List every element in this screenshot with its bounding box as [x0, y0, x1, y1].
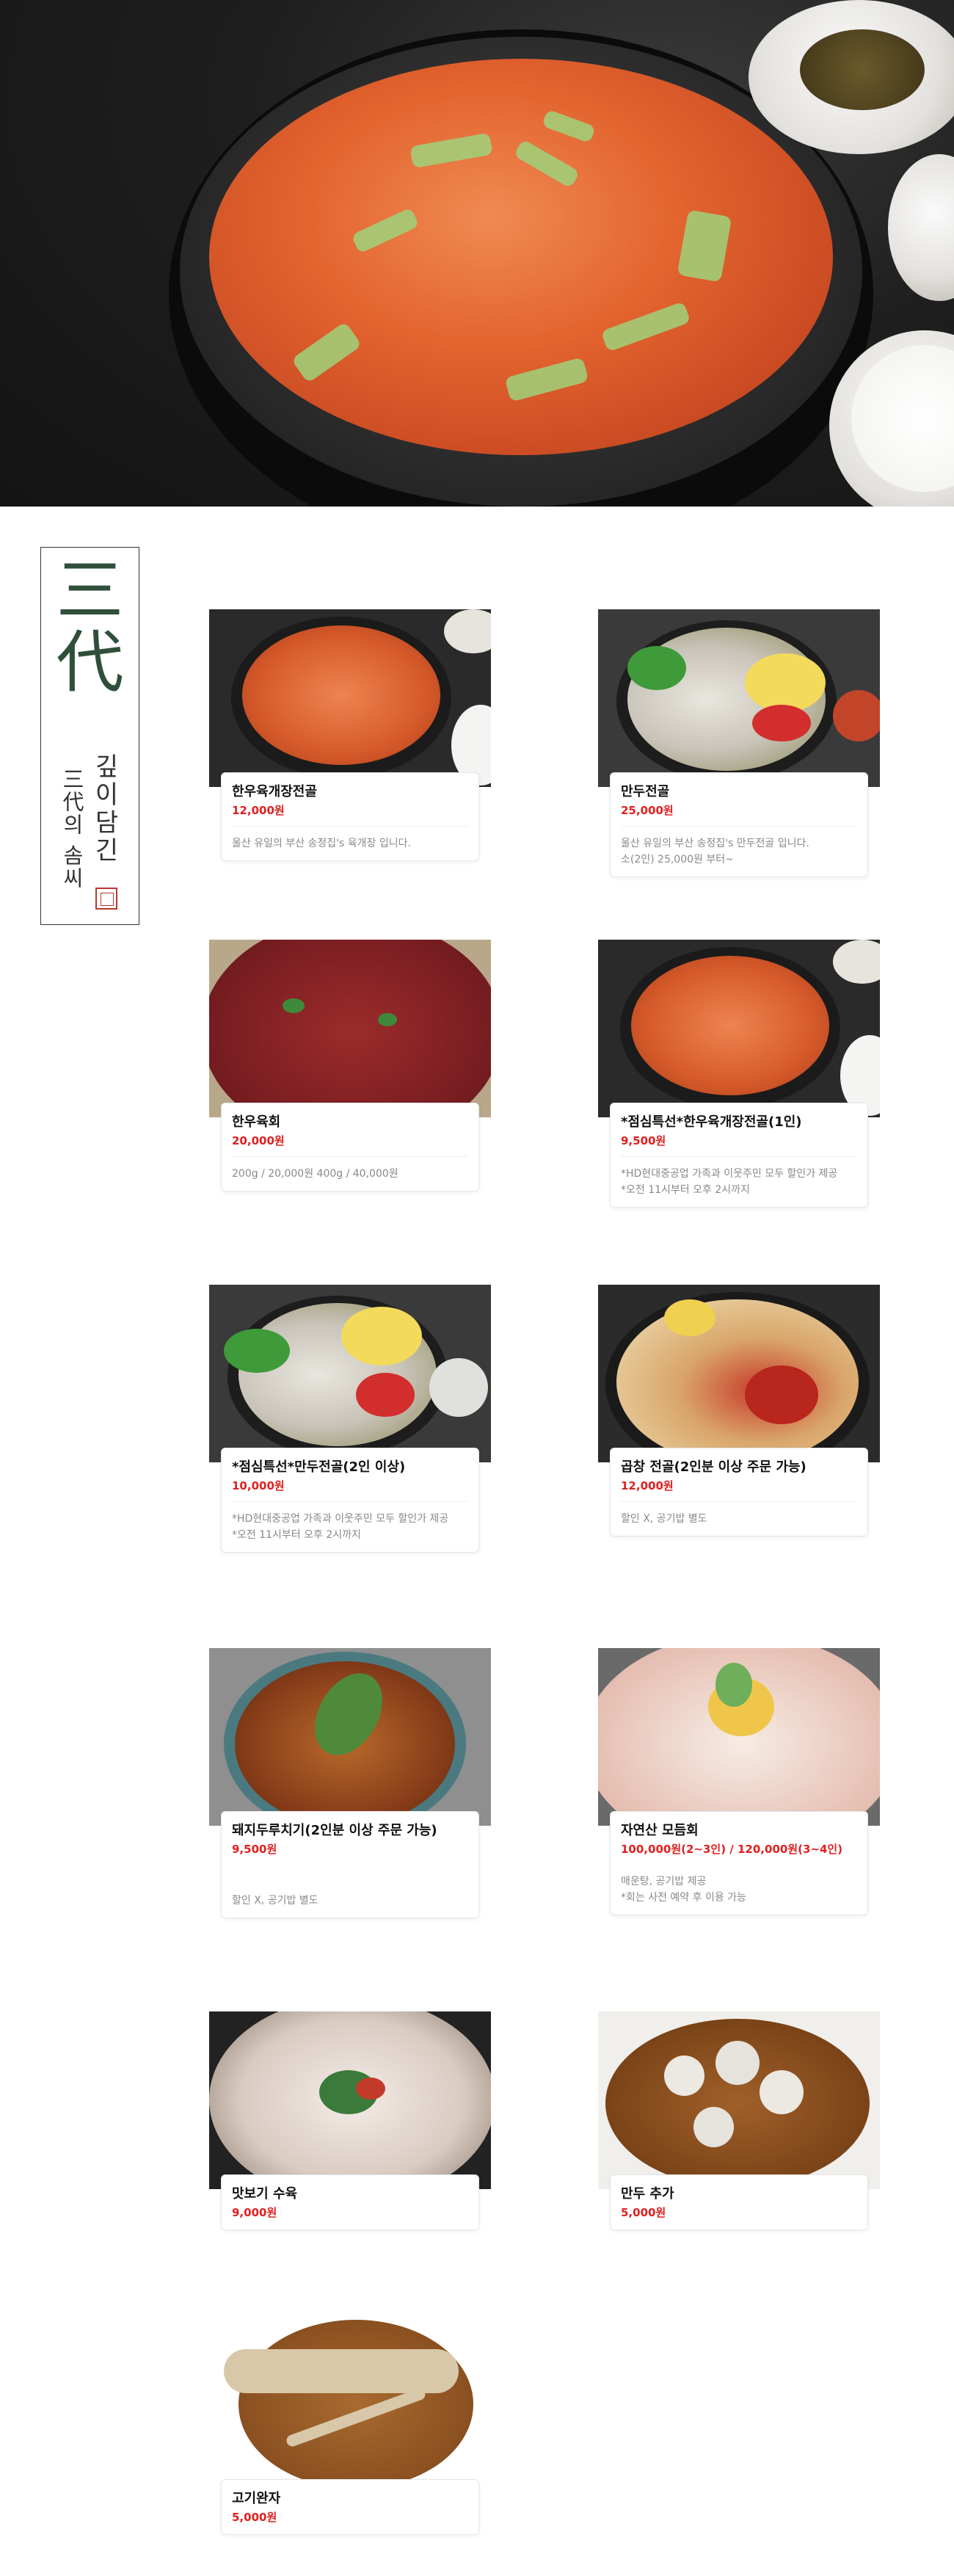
seal-stamp-icon [95, 888, 117, 910]
menu-description: *HD현대중공업 가족과 이웃주민 모두 할인가 제공 *오전 11시부터 오후… [232, 1513, 449, 1541]
menu-info: 맛보기 수육 9,000원 [221, 2174, 479, 2230]
menu-price: 9,000원 [232, 2206, 277, 2219]
menu-info: *점심특선*만두전골(2인 이상) 10,000원 *HD현대중공업 가족과 이… [221, 1448, 479, 1553]
menu-photo [209, 1285, 491, 1462]
menu-description: 울산 유일의 부산 송정집's 육개장 입니다. [232, 838, 411, 849]
menu-name: 한우육회 [232, 1114, 281, 1130]
menu-info: 한우육개장전골 12,000원 울산 유일의 부산 송정집's 육개장 입니다. [221, 772, 479, 861]
menu-description: 매운탕, 공기밥 제공 *회는 사전 예약 후 이용 가능 [621, 1876, 746, 1904]
hero-banner-image [0, 0, 954, 507]
menu-photo [209, 2316, 491, 2494]
menu-info: 돼지두루치기(2인분 이상 주문 가능) 9,500원 할인 X, 공기밥 별도 [221, 1811, 479, 1918]
menu-price: 12,000원 [232, 804, 285, 817]
menu-name: *점심특선*한우육개장전골(1인) [621, 1114, 802, 1130]
menu-info: 자연산 모듬회 100,000원(2~3인) / 120,000원(3~4인) … [610, 1811, 868, 1915]
menu-name: 돼지두루치기(2인분 이상 주문 가능) [232, 1823, 437, 1838]
menu-name: 만두 추가 [621, 2186, 674, 2202]
menu-description: 울산 유일의 부산 송정집's 만두전골 입니다. 소(2인) 25,000원 … [621, 838, 809, 866]
menu-name: 곱창 전골(2인분 이상 주문 가능) [621, 1459, 806, 1475]
menu-photo [209, 2011, 491, 2189]
menu-name: 자연산 모듬회 [621, 1823, 699, 1838]
menu-price: 100,000원(2~3인) / 120,000원(3~4인) [621, 1843, 843, 1856]
menu-name: 고기완자 [232, 2491, 281, 2506]
logo-subtitle: 三代의 솜씨 [59, 768, 84, 890]
logo-char-dae: 代 [56, 623, 124, 702]
menu-description: *HD현대중공업 가족과 이웃주민 모두 할인가 제공 *오전 11시부터 오후… [621, 1168, 838, 1196]
menu-photo [598, 940, 880, 1117]
menu-photo [598, 1648, 880, 1826]
menu-description: 할인 X, 공기밥 별도 [621, 1513, 707, 1525]
menu-price: 9,500원 [232, 1843, 277, 1856]
menu-price: 5,000원 [232, 2511, 277, 2524]
menu-photo [209, 940, 491, 1117]
menu-photo [209, 1648, 491, 1826]
menu-price: 12,000원 [621, 1479, 674, 1492]
menu-price: 9,500원 [621, 1134, 666, 1147]
menu-price: 20,000원 [232, 1134, 285, 1147]
menu-info: *점심특선*한우육개장전골(1인) 9,500원 *HD현대중공업 가족과 이웃… [610, 1103, 868, 1208]
logo-slogan: 깊이담긴 [90, 753, 119, 865]
restaurant-logo: 三 代 깊이담긴 三代의 솜씨 [40, 547, 139, 925]
menu-price: 5,000원 [621, 2206, 666, 2219]
menu-name: 맛보기 수육 [232, 2186, 298, 2202]
logo-char-sam: 三 [56, 551, 124, 630]
menu-info: 만두전골 25,000원 울산 유일의 부산 송정집's 만두전골 입니다. 소… [610, 772, 868, 877]
menu-description: 200g / 20,000원 400g / 40,000원 [232, 1168, 398, 1180]
menu-name: 한우육개장전골 [232, 784, 317, 799]
menu-photo [598, 2011, 880, 2189]
menu-photo [209, 609, 491, 787]
menu-name: *점심특선*만두전골(2인 이상) [232, 1459, 406, 1475]
menu-info: 한우육회 20,000원 200g / 20,000원 400g / 40,00… [221, 1103, 479, 1191]
menu-name: 만두전골 [621, 784, 670, 799]
menu-description: 할인 X, 공기밥 별도 [232, 1895, 318, 1906]
menu-price: 10,000원 [232, 1479, 285, 1492]
menu-photo [598, 609, 880, 787]
menu-photo [598, 1285, 880, 1462]
menu-info: 곱창 전골(2인분 이상 주문 가능) 12,000원 할인 X, 공기밥 별도 [610, 1448, 868, 1536]
menu-info: 고기완자 5,000원 [221, 2479, 479, 2535]
menu-info: 만두 추가 5,000원 [610, 2174, 868, 2230]
menu-price: 25,000원 [621, 804, 674, 817]
